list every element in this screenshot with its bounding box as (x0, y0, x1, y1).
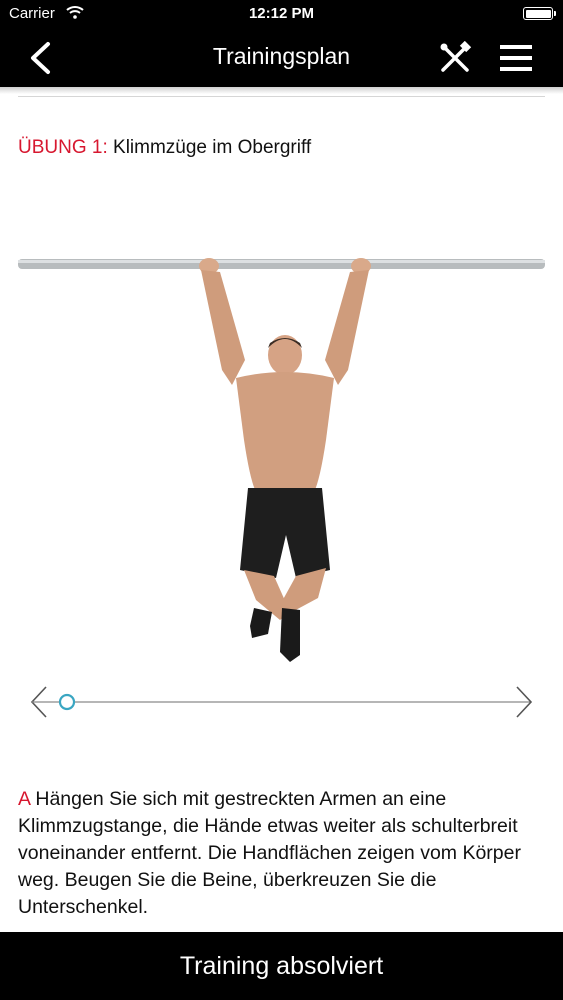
exercise-illustration (18, 258, 545, 662)
nav-bar: Trainingsplan (0, 28, 563, 87)
exercise-description: A Hängen Sie sich mit gestreckten Armen … (18, 786, 548, 921)
divider (18, 96, 545, 97)
step-marker: A (18, 788, 30, 810)
tools-icon[interactable] (438, 41, 472, 75)
exercise-step-slider[interactable] (26, 684, 537, 720)
nav-title: Trainingsplan (212, 43, 351, 69)
exercise-name: Klimmzüge im Obergriff (113, 137, 312, 158)
status-bar: Carrier 12:12 PM (0, 0, 563, 28)
exercise-heading: ÜBUNG 1: Klimmzüge im Obergriff (18, 137, 311, 159)
menu-icon[interactable] (499, 43, 533, 73)
slider-knob (58, 693, 76, 711)
nav-shadow (0, 87, 563, 94)
step-text: Hängen Sie sich mit gestreckten Armen an… (18, 788, 521, 918)
training-complete-button[interactable]: Training absolviert (0, 932, 563, 1000)
exercise-number: ÜBUNG 1: (18, 137, 108, 158)
battery-icon (523, 7, 556, 20)
clock: 12:12 PM (248, 5, 315, 22)
